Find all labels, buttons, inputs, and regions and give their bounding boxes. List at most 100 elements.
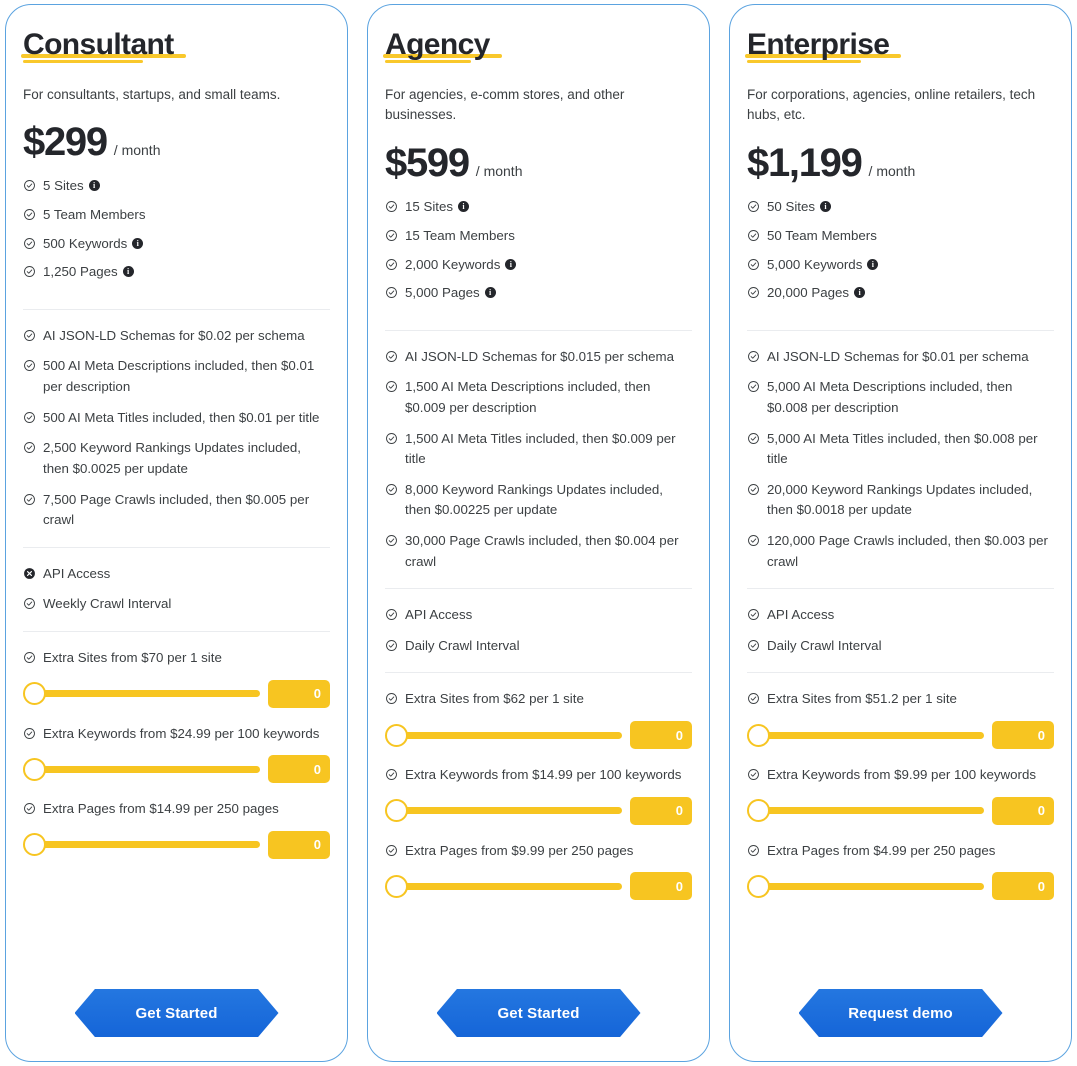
- quota-item: 5,000 Pages i: [385, 283, 692, 304]
- quota-item-label: 5,000 Pages i: [405, 283, 692, 304]
- check-circle-icon: [23, 179, 36, 192]
- slider-track[interactable]: [395, 731, 622, 739]
- plan-quota-list: 5 Sites i 5 Team Members 500 Keywords i 1,250…: [23, 176, 330, 290]
- info-icon[interactable]: i: [867, 258, 879, 270]
- plan-price-amount: $299: [23, 120, 108, 165]
- addon-slider[interactable]: [747, 874, 984, 898]
- addon-value-box[interactable]: 0: [268, 755, 330, 784]
- info-icon[interactable]: i: [132, 237, 144, 249]
- slider-track[interactable]: [33, 765, 260, 773]
- plan-price-amount: $599: [385, 141, 470, 186]
- usage-item: AI JSON-LD Schemas for $0.015 per schema: [385, 347, 692, 368]
- plan-description: For agencies, e-comm stores, and other b…: [385, 86, 625, 123]
- section-divider: [747, 329, 1054, 331]
- addon-block: Extra Keywords from $14.99 per 100 keywo…: [385, 765, 692, 825]
- plan-cta-button[interactable]: Request demo: [798, 989, 1003, 1037]
- usage-item: 5,000 AI Meta Titles included, then $0.0…: [747, 429, 1054, 470]
- slider-track[interactable]: [757, 807, 984, 815]
- quota-item-label: 5 Team Members: [43, 205, 330, 226]
- addon-slider[interactable]: [385, 874, 622, 898]
- addon-slider[interactable]: [385, 723, 622, 747]
- addon-value-box[interactable]: 0: [630, 872, 692, 901]
- slider-track[interactable]: [757, 882, 984, 890]
- addon-value-box[interactable]: 0: [630, 721, 692, 750]
- quota-item-text: 500 Keywords: [43, 235, 128, 251]
- info-icon[interactable]: i: [122, 266, 134, 278]
- addon-slider[interactable]: [385, 799, 622, 823]
- usage-item: 5,000 AI Meta Descriptions included, the…: [747, 377, 1054, 418]
- addon-block: Extra Pages from $9.99 per 250 pages 0: [385, 841, 692, 901]
- usage-item: AI JSON-LD Schemas for $0.01 per schema: [747, 347, 1054, 368]
- usage-item: 20,000 Keyword Rankings Updates included…: [747, 480, 1054, 521]
- plan-title: Consultant: [23, 28, 174, 61]
- addon-slider[interactable]: [23, 757, 260, 781]
- usage-item: 500 AI Meta Titles included, then $0.01 …: [23, 408, 330, 429]
- info-icon[interactable]: i: [820, 201, 832, 213]
- addon-label: Extra Keywords from $9.99 per 100 keywor…: [747, 765, 1054, 786]
- addon-value-box[interactable]: 0: [992, 796, 1054, 825]
- addon-value-box[interactable]: 0: [992, 872, 1054, 901]
- addon-slider-row: 0: [385, 721, 692, 750]
- slider-track[interactable]: [33, 841, 260, 849]
- addon-label-text: Extra Keywords from $24.99 per 100 keywo…: [43, 725, 320, 741]
- plan-cta-button[interactable]: Get Started: [436, 989, 641, 1037]
- slider-handle[interactable]: [385, 874, 408, 898]
- quota-item-label: 1,250 Pages i: [43, 262, 330, 283]
- addon-value-box[interactable]: 0: [992, 721, 1054, 750]
- addon-value-box[interactable]: 0: [268, 830, 330, 859]
- addon-slider[interactable]: [747, 723, 984, 747]
- info-icon[interactable]: i: [505, 258, 517, 270]
- access-item: Weekly Crawl Interval: [23, 594, 330, 615]
- info-icon[interactable]: i: [854, 287, 866, 299]
- plan-cta-button[interactable]: Get Started: [74, 989, 279, 1037]
- slider-handle[interactable]: [747, 799, 770, 823]
- addon-value-box[interactable]: 0: [630, 796, 692, 825]
- plan-price-period: / month: [868, 163, 916, 180]
- slider-handle[interactable]: [23, 682, 46, 706]
- slider-handle[interactable]: [23, 757, 46, 781]
- slider-handle[interactable]: [385, 723, 408, 747]
- addon-slider[interactable]: [23, 682, 260, 706]
- addon-label: Extra Sites from $62 per 1 site: [385, 689, 692, 710]
- quota-item: 20,000 Pages i: [747, 283, 1054, 304]
- check-circle-icon: [747, 286, 760, 299]
- plan-title: Enterprise: [747, 28, 890, 61]
- addon-slider[interactable]: [747, 799, 984, 823]
- slider-track[interactable]: [395, 807, 622, 815]
- info-icon[interactable]: i: [484, 287, 496, 299]
- check-circle-icon: [747, 200, 760, 213]
- usage-item-text: 1,500 AI Meta Descriptions included, the…: [405, 379, 651, 415]
- quota-item: 5 Sites i: [23, 176, 330, 197]
- slider-track[interactable]: [33, 690, 260, 698]
- check-circle-icon: [23, 265, 36, 278]
- plan-usage-list: AI JSON-LD Schemas for $0.015 per schema…: [385, 347, 692, 582]
- slider-track[interactable]: [395, 882, 622, 890]
- check-circle-icon: [385, 844, 398, 857]
- check-circle-icon: [385, 483, 398, 496]
- addon-slider-row: 0: [23, 755, 330, 784]
- section-divider: [23, 308, 330, 310]
- slider-track[interactable]: [757, 731, 984, 739]
- section-divider: [385, 588, 692, 590]
- plan-quota-list: 50 Sites i 50 Team Members 5,000 Keywords i 2…: [747, 197, 1054, 311]
- info-icon[interactable]: i: [88, 180, 100, 192]
- check-circle-icon: [23, 493, 36, 506]
- section-divider: [747, 588, 1054, 590]
- addon-slider[interactable]: [23, 833, 260, 857]
- addon-value-box[interactable]: 0: [268, 679, 330, 708]
- plan-cta-wrap: Get Started: [385, 975, 692, 1061]
- section-divider: [23, 630, 330, 632]
- check-circle-icon: [747, 844, 760, 857]
- quota-item-text: 15 Team Members: [405, 227, 515, 243]
- quota-item-label: 20,000 Pages i: [767, 283, 1054, 304]
- slider-handle[interactable]: [23, 833, 46, 857]
- slider-handle[interactable]: [747, 874, 770, 898]
- plan-addons-list: Extra Sites from $62 per 1 site 0 Extra Ke…: [385, 689, 692, 916]
- addon-label-text: Extra Pages from $4.99 per 250 pages: [767, 842, 996, 858]
- slider-handle[interactable]: [385, 799, 408, 823]
- check-circle-icon: [747, 229, 760, 242]
- usage-item: 500 AI Meta Descriptions included, then …: [23, 356, 330, 397]
- quota-item: 15 Sites i: [385, 197, 692, 218]
- info-icon[interactable]: i: [458, 201, 470, 213]
- slider-handle[interactable]: [747, 723, 770, 747]
